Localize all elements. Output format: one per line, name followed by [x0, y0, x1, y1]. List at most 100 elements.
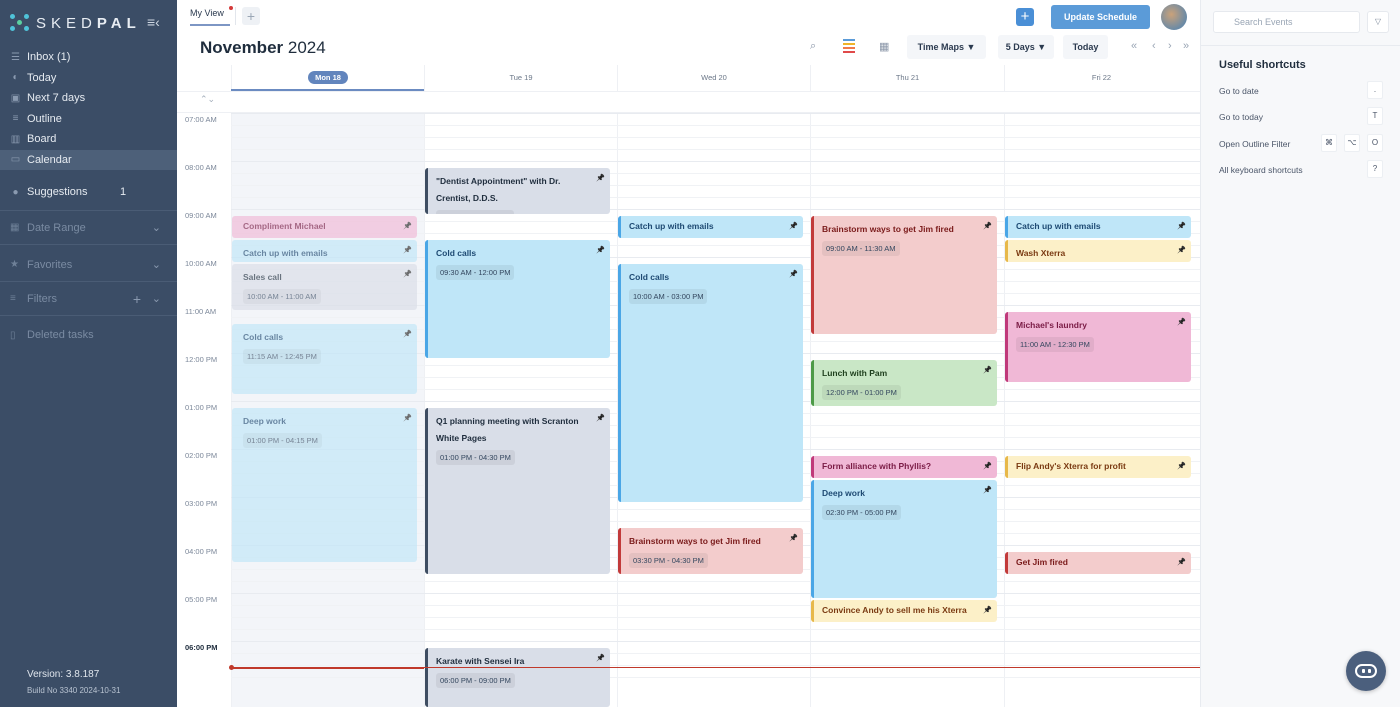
chevron-down-icon[interactable]: ⌄: [152, 292, 161, 305]
shortcut-key: O: [1367, 133, 1383, 152]
calendar-event[interactable]: Deep work 📌 01:00 PM - 04:15 PM: [232, 408, 417, 563]
calendar-event[interactable]: Catch up with emails 📌: [232, 240, 417, 263]
pin-icon[interactable]: 📌: [403, 414, 412, 422]
all-day-row: [177, 91, 1200, 113]
day-header[interactable]: Mon 18: [231, 65, 424, 91]
range-dropdown[interactable]: 5 Days ▼: [998, 35, 1054, 59]
chevron-down-icon[interactable]: ⌄: [152, 221, 161, 234]
sidebar-section-favorites[interactable]: ★ Favorites ⌄: [0, 248, 177, 282]
zoom-icon[interactable]: ⌕: [810, 40, 816, 53]
calendar-event[interactable]: Lunch with Pam 📌 12:00 PM - 01:00 PM: [811, 360, 997, 407]
calendar-event[interactable]: Sales call 📌 10:00 AM - 11:00 AM: [232, 264, 417, 311]
sidebar-item-outline[interactable]: ≡ Outline: [0, 109, 177, 129]
event-title: Get Jim fired: [1016, 557, 1068, 568]
pin-icon[interactable]: 📌: [1177, 558, 1186, 566]
day-header[interactable]: Wed 20: [617, 65, 810, 91]
chevron-down-icon[interactable]: ⌄: [152, 258, 161, 271]
calendar-event[interactable]: Deep work 📌 02:30 PM - 05:00 PM: [811, 480, 997, 599]
pin-icon[interactable]: 📌: [596, 654, 605, 662]
pin-icon[interactable]: 📌: [596, 414, 605, 422]
calendar-event[interactable]: "Dentist Appointment" with Dr. Crentist,…: [425, 168, 610, 215]
pin-icon[interactable]: 📌: [789, 270, 798, 278]
pin-icon[interactable]: 📌: [1177, 462, 1186, 470]
pin-icon[interactable]: 📌: [596, 246, 605, 254]
add-view-button[interactable]: +: [242, 7, 260, 25]
suggestions-count: 1: [120, 186, 127, 198]
calendar-event[interactable]: Brainstorm ways to get Jim fired 📌 09:00 A…: [811, 216, 997, 335]
pin-icon[interactable]: 📌: [983, 366, 992, 374]
sidebar-section-deleted-tasks[interactable]: ▯ Deleted tasks: [0, 318, 177, 352]
calendar-event[interactable]: Get Jim fired 📌: [1005, 552, 1191, 575]
sidebar-item-board[interactable]: ▥ Board: [0, 129, 177, 149]
calendar-event[interactable]: Q1 planning meeting with Scranton White …: [425, 408, 610, 575]
collapse-sidebar-icon[interactable]: ≡‹: [147, 14, 160, 30]
shortcut-row[interactable]: All keyboard shortcuts: [1219, 165, 1303, 175]
expand-collapse-icon[interactable]: ⌃⌄: [200, 94, 215, 105]
star-icon: ★: [10, 259, 19, 270]
calendar-event[interactable]: Karate with Sensei Ira 📌 06:00 PM - 09:00 …: [425, 648, 610, 707]
next-week-icon[interactable]: »: [1183, 40, 1189, 52]
today-button[interactable]: Today: [1063, 35, 1108, 59]
time-grid[interactable]: 07:00 AM 08:00 AM 09:00 AM 10:00 AM 11:00 AM…: [177, 113, 1200, 707]
sidebar-item-next-7-days[interactable]: ▣ Next 7 days: [0, 88, 177, 108]
next-day-icon[interactable]: ›: [1168, 40, 1172, 52]
shortcut-row[interactable]: Go to date: [1219, 86, 1259, 96]
calendar-event[interactable]: Catch up with emails 📌: [1005, 216, 1191, 239]
event-title: "Dentist Appointment" with Dr. Crentist,…: [436, 176, 561, 204]
filter-button[interactable]: ▽: [1367, 11, 1389, 33]
calendar-event[interactable]: Convince Andy to sell me his Xterra 📌: [811, 600, 997, 623]
calendar-event[interactable]: Brainstorm ways to get Jim fired 📌 03:30 P…: [618, 528, 803, 575]
pin-icon[interactable]: 📌: [403, 222, 412, 230]
pin-icon[interactable]: 📌: [789, 222, 798, 230]
sidebar-item-suggestions[interactable]: ● Suggestions 1: [0, 181, 177, 203]
hour-label: 11:00 AM: [185, 307, 217, 317]
search-events-input[interactable]: Search Events: [1213, 11, 1360, 33]
assistant-chat-button[interactable]: [1346, 651, 1386, 691]
time-maps-dropdown[interactable]: Time Maps ▼: [907, 35, 986, 59]
pin-icon[interactable]: 📌: [403, 330, 412, 338]
sidebar-item-calendar[interactable]: ▭ Calendar: [0, 149, 177, 170]
day-header[interactable]: Tue 19: [424, 65, 617, 91]
color-list-icon[interactable]: [843, 39, 855, 53]
pin-icon[interactable]: 📌: [1177, 222, 1186, 230]
add-filter-icon[interactable]: +: [133, 291, 141, 307]
calendar-event[interactable]: Catch up with emails 📌: [618, 216, 803, 239]
pin-icon[interactable]: 📌: [403, 246, 412, 254]
avatar[interactable]: [1161, 4, 1187, 30]
day-header[interactable]: Thu 21: [810, 65, 1004, 91]
calendar-event[interactable]: Cold calls 📌 09:30 AM - 12:00 PM: [425, 240, 610, 359]
sidebar-section-filters[interactable]: ≡ Filters ⌄ +: [0, 282, 177, 316]
event-title: Catch up with emails: [243, 248, 328, 259]
prev-week-icon[interactable]: «: [1131, 40, 1137, 52]
shortcut-row[interactable]: Open Outline Filter: [1219, 139, 1290, 149]
event-title: Michael's laundry: [1016, 320, 1087, 331]
pin-icon[interactable]: 📌: [1177, 318, 1186, 326]
pin-icon[interactable]: 📌: [403, 270, 412, 278]
pin-icon[interactable]: 📌: [983, 462, 992, 470]
add-task-button[interactable]: +: [1016, 8, 1034, 26]
calendar-event[interactable]: Cold calls 📌 11:15 AM - 12:45 PM: [232, 324, 417, 395]
day-header[interactable]: Fri 22: [1004, 65, 1198, 91]
calendar-event[interactable]: Compliment Michael 📌: [232, 216, 417, 239]
pin-icon[interactable]: 📌: [789, 534, 798, 542]
pin-icon[interactable]: 📌: [983, 606, 992, 614]
tab-my-view[interactable]: My View: [190, 8, 230, 26]
calendar-event[interactable]: Wash Xterra 📌: [1005, 240, 1191, 263]
sidebar-item-inbox-1[interactable]: ☰ Inbox (1): [0, 47, 177, 67]
shortcut-row[interactable]: Go to today: [1219, 112, 1263, 122]
event-time: 02:30 PM - 05:00 PM: [822, 505, 901, 521]
sidebar-section-date-range[interactable]: ▦ Date Range ⌄: [0, 211, 177, 245]
page-title: November 2024: [200, 38, 326, 58]
sidebar-item-today[interactable]: ◐ Today: [0, 68, 177, 88]
pin-icon[interactable]: 📌: [983, 222, 992, 230]
prev-day-icon[interactable]: ‹: [1152, 40, 1156, 52]
calendar-event[interactable]: Cold calls 📌 10:00 AM - 03:00 PM: [618, 264, 803, 503]
pin-icon[interactable]: 📌: [983, 486, 992, 494]
update-schedule-button[interactable]: Update Schedule: [1051, 5, 1150, 29]
calendar-event[interactable]: Form alliance with Phyllis? 📌: [811, 456, 997, 479]
calendar-event[interactable]: Flip Andy's Xterra for profit 📌: [1005, 456, 1191, 479]
pin-icon[interactable]: 📌: [596, 174, 605, 182]
calendar-event[interactable]: Michael's laundry 📌 11:00 AM - 12:30 PM: [1005, 312, 1191, 383]
pin-icon[interactable]: 📌: [1177, 246, 1186, 254]
calendar-sync-icon[interactable]: ▦: [879, 40, 889, 53]
